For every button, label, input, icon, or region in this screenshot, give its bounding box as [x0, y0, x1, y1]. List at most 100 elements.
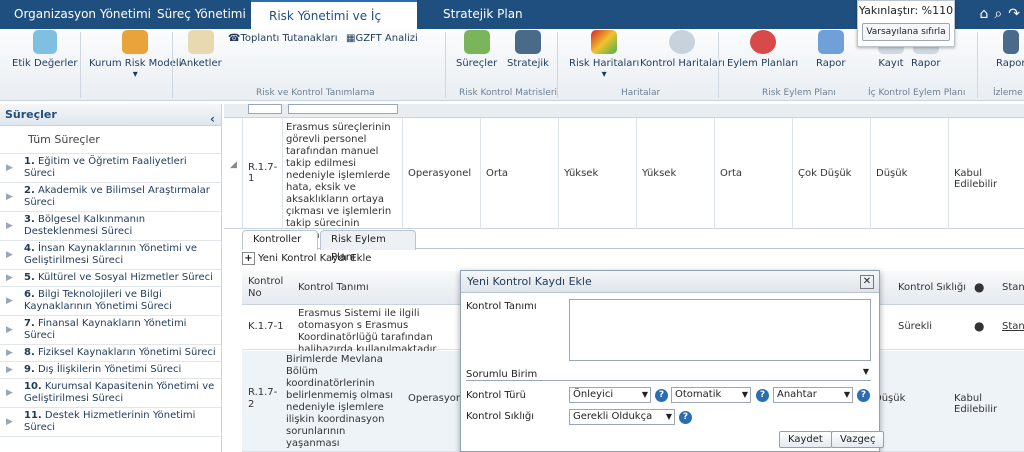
sidebar-item-process[interactable]: ▶ 7. Finansal Kaynakların Yönetimi Süreci	[0, 316, 221, 345]
tab-risk-action-plan[interactable]: Risk Eylem Planı	[320, 230, 416, 263]
nav-tab-process[interactable]: Süreç Yönetimi	[157, 0, 246, 29]
column-divider	[714, 118, 715, 229]
sidebar-item-process[interactable]: ▶ 3. Bölgesel Kalkınmanın Desteklenmesi S…	[0, 212, 221, 241]
home-icon[interactable]: ⌂	[980, 6, 989, 22]
swot-button[interactable]: ▦GZFT Analizi	[346, 33, 418, 44]
report-icon	[817, 30, 844, 54]
control-type-select-1[interactable]: Önleyici ▼	[569, 387, 651, 403]
expand-arrow-icon: ▶	[6, 250, 13, 260]
filter-row	[224, 104, 1024, 118]
risk-code: R.1.7-1	[248, 162, 278, 184]
sidebar-item-process[interactable]: ▶ 9. Dış İlişkilerin Yönetimi Süreci	[0, 362, 221, 379]
column-divider	[480, 118, 481, 229]
group-maps: Haritalar	[621, 88, 661, 98]
user-icon: ●	[974, 319, 985, 333]
dropdown-icon: ▼	[741, 390, 748, 399]
column-divider	[402, 118, 403, 229]
save-button[interactable]: Kaydet	[779, 431, 832, 448]
strategic-button[interactable]: Stratejik	[507, 30, 549, 69]
group-risk-action-plan: Risk Eylem Planı	[762, 88, 836, 98]
sidebar-item-process[interactable]: ▶ 1. Eğitim ve Öğretim Faaliyetleri Sürec…	[0, 154, 221, 183]
sidebar-item-process[interactable]: ▶ 4. İnsan Kaynaklarının Yönetimi ve Geli…	[0, 241, 221, 270]
processes-button[interactable]: Süreçler	[456, 30, 497, 69]
meeting-icon: ☎	[228, 33, 241, 44]
control-type-select-3[interactable]: Anahtar ▼	[773, 387, 853, 403]
cancel-button[interactable]: Vazgeç	[831, 431, 885, 448]
help-icon[interactable]: ?	[655, 389, 668, 402]
sidebar-item-process[interactable]: ▶ 11. Destek Hizmetlerinin Yönetimi Sürec…	[0, 408, 221, 437]
nav-tab-risk[interactable]: Risk Yönetimi ve İç Kontrol	[251, 0, 417, 52]
label-control-type: Kontrol Türü	[466, 390, 526, 401]
sidebar-item-process[interactable]: ▶ 10. Kurumsal Kapasitenin Yönetimi ve Ge…	[0, 379, 221, 408]
column-divider	[558, 118, 559, 229]
ribbon-separator	[557, 32, 558, 98]
report-icon	[1002, 30, 1019, 54]
risk-maps-button[interactable]: Risk Haritaları ▾	[569, 30, 639, 80]
help-icon[interactable]: ?	[756, 389, 769, 402]
monitoring-report-button[interactable]: Rapor	[996, 30, 1024, 69]
forward-icon[interactable]: ↷	[1008, 6, 1020, 22]
meeting-notes-button[interactable]: ☎Toplantı Tutanakları	[228, 33, 338, 44]
responsible-unit-select[interactable]: ▼	[466, 365, 871, 381]
ribbon-separator	[172, 32, 173, 98]
standard-link[interactable]: Stand	[1002, 321, 1024, 332]
column-divider	[792, 118, 793, 229]
risk-row[interactable]: ◢ R.1.7-1 Erasmus süreçlerinin görevli p…	[224, 118, 1024, 241]
risk-report-button[interactable]: Rapor	[816, 30, 845, 69]
risk-model-button[interactable]: Kurum Risk Modeli ▾	[89, 30, 181, 80]
sidebar-item-process[interactable]: ▶ 5. Kültürel ve Sosyal Hizmetler Süreci	[0, 270, 221, 287]
zoom-reset-button[interactable]: Varsayılana sıfırla	[862, 23, 950, 41]
collapse-icon[interactable]: ‹	[210, 108, 215, 130]
ribbon-separator	[445, 32, 446, 98]
column-divider	[636, 118, 637, 229]
search-icon[interactable]: ⌕	[994, 6, 1002, 22]
expand-arrow-icon: ▶	[6, 163, 13, 173]
control-description: Erasmus Sistemi ile ilgili otomasyon s E…	[298, 308, 439, 355]
header-control-desc: Kontrol Tanımı	[298, 282, 369, 293]
help-icon[interactable]: ?	[857, 389, 870, 402]
control-frequency-select[interactable]: Gerekli Oldukça ▼	[569, 409, 675, 425]
header-standard: Stand	[1002, 282, 1024, 293]
expand-arrow-icon: ▶	[6, 417, 13, 427]
control-maps-button[interactable]: Kontrol Haritaları	[640, 30, 725, 69]
survey-icon	[187, 30, 214, 54]
filter-input[interactable]	[248, 104, 282, 114]
top-icons: ⌂ ⌕ ↷	[974, 6, 1020, 22]
dropdown-icon: ▼	[843, 390, 850, 399]
sidebar-item-process[interactable]: ▶ 2. Akademik ve Bilimsel Araştırmalar Sü…	[0, 183, 221, 212]
expand-arrow-icon: ▶	[6, 325, 13, 335]
nav-tab-strategic[interactable]: Stratejik Plan	[443, 0, 523, 29]
ethics-button[interactable]: Etik Değerler	[12, 30, 78, 69]
zoom-popup: Yakınlaştır: %110 Varsayılana sıfırla	[857, 0, 955, 47]
surveys-button[interactable]: Anketler	[180, 30, 222, 69]
risk-value: Yüksek	[564, 168, 599, 179]
close-icon[interactable]: ✕	[860, 275, 874, 289]
filter-input[interactable]	[288, 104, 398, 114]
header-control-frequency: Kontrol Sıklığı	[898, 282, 967, 293]
expand-arrow-icon: ▶	[6, 296, 13, 306]
expand-arrow-icon: ▶	[6, 221, 13, 231]
sidebar-item-process[interactable]: ▶ 6. Bilgi Teknolojileri ve Bilgi Kaynakl…	[0, 287, 221, 316]
risk-value: Orta	[720, 168, 743, 179]
lifebuoy-icon	[749, 30, 776, 54]
control-type-select-2[interactable]: Otomatik ▼	[671, 387, 751, 403]
help-icon[interactable]: ?	[679, 411, 692, 424]
risk-code: R.1.7-2	[248, 387, 278, 410]
control-desc-textarea[interactable]	[569, 299, 871, 361]
expand-arrow-icon: ▶	[6, 365, 13, 375]
dialog-title: Yeni Kontrol Kaydı Ekle	[461, 271, 879, 293]
sidebar-item-all[interactable]: Tüm Süreçler	[0, 126, 221, 154]
nav-tab-organization[interactable]: Organizasyon Yönetimi	[14, 0, 151, 29]
column-divider	[282, 118, 283, 229]
risk-value: Yüksek	[642, 168, 677, 179]
group-risk-control-matrices: Risk Kontrol Matrisleri	[459, 88, 558, 98]
expand-icon[interactable]: ◢	[230, 160, 237, 170]
action-plans-button[interactable]: Eylem Planları	[727, 30, 798, 69]
sidebar-item-process[interactable]: ▶ 8. Fiziksel Kaynakların Yönetimi Süreci	[0, 345, 221, 362]
column-divider	[870, 118, 871, 229]
new-control-button[interactable]: + Yeni Kontrol Kaydı Ekle	[242, 252, 371, 270]
group-ic-action-plan: İç Kontrol Eylem Planı	[868, 88, 966, 98]
gauge-icon	[669, 30, 696, 54]
tab-controls[interactable]: Kontroller	[242, 230, 318, 250]
expand-arrow-icon: ▶	[6, 273, 13, 283]
